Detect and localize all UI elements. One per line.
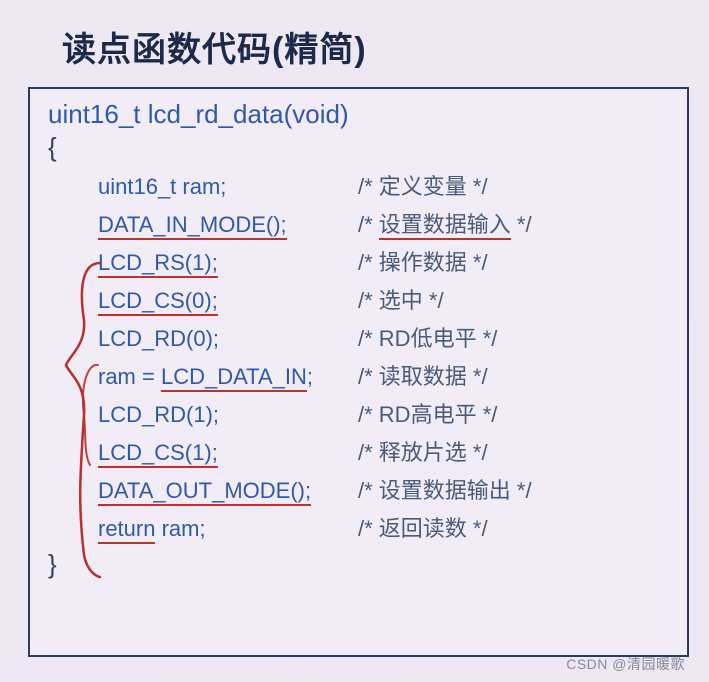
- code-comment: /* 操作数据 */: [358, 245, 488, 277]
- code-tail: ram;: [155, 516, 205, 541]
- code-comment: /* 定义变量 */: [358, 169, 488, 201]
- watermark: CSDN @清园暖歌: [566, 654, 685, 674]
- code-text: LCD_RD(0);: [98, 326, 358, 352]
- code-text: uint16_t ram;: [98, 174, 358, 200]
- code-comment: /* RD低电平 */: [358, 321, 497, 353]
- code-text: ram = LCD_DATA_IN;: [98, 364, 358, 390]
- code-line: DATA_OUT_MODE(); /* 设置数据输出 */: [48, 473, 669, 505]
- code-mid: DATA_IN_MODE();: [98, 212, 287, 240]
- code-text: LCD_CS(1);: [98, 440, 358, 466]
- code-comment: /* 设置数据输出 */: [358, 473, 532, 505]
- code-text: DATA_IN_MODE();: [98, 212, 358, 238]
- code-line: LCD_CS(0); /* 选中 */: [48, 283, 669, 315]
- code-text: LCD_RD(1);: [98, 402, 358, 428]
- brace-close: }: [48, 549, 669, 580]
- page: 读点函数代码(精简) uint16_t lcd_rd_data(void) { …: [0, 0, 709, 682]
- code-comment: /* RD高电平 */: [358, 397, 497, 429]
- code-mid: LCD_DATA_IN: [161, 364, 307, 392]
- code-text: DATA_OUT_MODE();: [98, 478, 358, 504]
- code-line: LCD_RD(1); /* RD高电平 */: [48, 397, 669, 429]
- code-mid: return: [98, 516, 155, 544]
- code-text: LCD_RS(1);: [98, 250, 358, 276]
- code-line: LCD_RS(1); /* 操作数据 */: [48, 245, 669, 277]
- code-box: uint16_t lcd_rd_data(void) { uint16_t ra…: [28, 87, 689, 657]
- code-line: return ram; /* 返回读数 */: [48, 511, 669, 543]
- code-tail: ;: [307, 364, 313, 389]
- page-title: 读点函数代码(精简): [0, 0, 709, 81]
- code-comment: /* 选中 */: [358, 283, 444, 315]
- code-line: DATA_IN_MODE(); /* 设置数据输入 */: [48, 207, 669, 239]
- code-mid: LCD_RD(1);: [98, 402, 219, 427]
- code-plain: uint16_t ram;: [98, 174, 226, 199]
- code-line: ram = LCD_DATA_IN; /* 读取数据 */: [48, 359, 669, 391]
- code-mid: LCD_RS(1);: [98, 250, 218, 278]
- code-comment: /* 返回读数 */: [358, 511, 488, 543]
- code-comment: /* 设置数据输入 */: [358, 207, 532, 239]
- code-mid: DATA_OUT_MODE();: [98, 478, 311, 506]
- code-line: LCD_RD(0); /* RD低电平 */: [48, 321, 669, 353]
- code-comment: /* 读取数据 */: [358, 359, 488, 391]
- code-mid: LCD_CS(0);: [98, 288, 218, 316]
- code-mid: LCD_CS(1);: [98, 440, 218, 468]
- code-mid: LCD_RD(0);: [98, 326, 219, 351]
- code-line: uint16_t ram; /* 定义变量 */: [48, 169, 669, 201]
- function-signature: uint16_t lcd_rd_data(void): [48, 99, 669, 130]
- code-text: return ram;: [98, 516, 358, 542]
- code-comment: /* 释放片选 */: [358, 435, 488, 467]
- code-line: LCD_CS(1); /* 释放片选 */: [48, 435, 669, 467]
- brace-open: {: [48, 132, 669, 163]
- code-text: LCD_CS(0);: [98, 288, 358, 314]
- code-plain: ram =: [98, 364, 161, 389]
